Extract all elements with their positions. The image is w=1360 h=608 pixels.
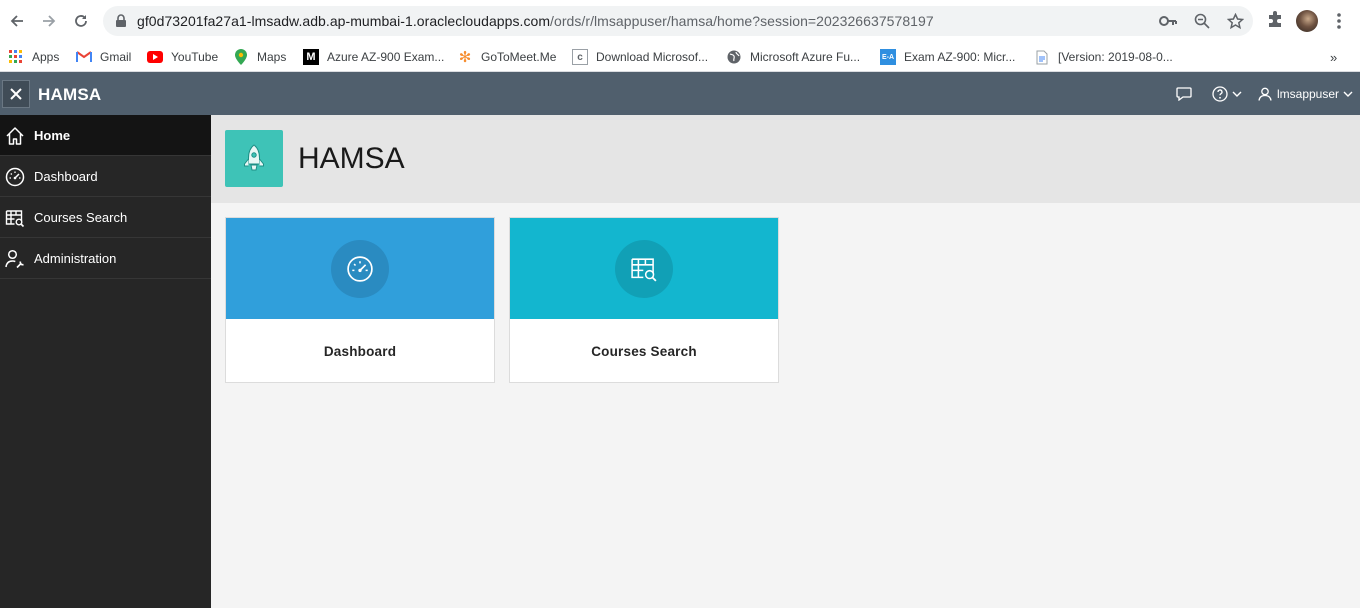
sidebar-item-home[interactable]: Home (0, 115, 211, 156)
back-arrow-icon (10, 15, 23, 27)
chevron-down-icon (1343, 91, 1353, 97)
bookmark-label: Microsoft Azure Fu... (750, 50, 861, 64)
user-icon (1258, 87, 1272, 101)
bookmarks-overflow-button[interactable]: » (1330, 50, 1337, 65)
navigation-toggle-button[interactable] (2, 80, 30, 108)
bookmark-label: GoToMeet.Me (481, 50, 557, 64)
hero-region: HAMSA (211, 115, 1360, 203)
card-title: Dashboard (323, 344, 397, 359)
chevron-down-icon (1232, 91, 1242, 97)
card-dashboard[interactable]: Dashboard (225, 217, 495, 383)
bookmark-version[interactable]: [Version: 2019-08-0... (1034, 46, 1173, 68)
bookmark-exam-az900[interactable]: E-A Exam AZ-900: Micr... (880, 46, 1015, 68)
card-courses-search[interactable]: Courses Search (509, 217, 779, 383)
document-icon (1034, 49, 1050, 65)
apps-grid-icon (8, 49, 24, 65)
sidebar-item-label: Home (34, 127, 71, 143)
bookmark-gmail[interactable]: Gmail (76, 46, 131, 68)
page-title: HAMSA (298, 142, 405, 175)
bookmarks-bar: Apps Gmail YouTube Maps M Azure AZ-900 Ex… (0, 42, 1360, 72)
sidebar: Home Dashboard Courses Search Administra… (0, 115, 211, 608)
sidebar-item-label: Dashboard (34, 168, 98, 184)
bookmark-youtube[interactable]: YouTube (147, 46, 218, 68)
medium-icon: M (303, 49, 319, 65)
rocket-icon (244, 143, 264, 170)
extensions-puzzle-icon[interactable] (1266, 10, 1284, 28)
sidebar-item-courses-search[interactable]: Courses Search (0, 197, 211, 238)
bookmark-label: [Version: 2019-08-0... (1058, 50, 1173, 64)
profile-avatar[interactable] (1296, 10, 1318, 32)
reload-button[interactable] (69, 9, 93, 33)
card-icon-circle (615, 239, 673, 298)
lock-icon (116, 14, 126, 27)
forward-button[interactable] (37, 9, 61, 33)
forward-arrow-icon (43, 15, 56, 27)
gotomeet-icon: ✻ (458, 49, 472, 66)
sidebar-item-label: Courses Search (34, 209, 128, 225)
user-menu-button[interactable]: lmsappuser (1258, 84, 1353, 104)
bookmark-gotomeet[interactable]: ✻ GoToMeet.Me (457, 46, 557, 68)
table-search-icon (5, 210, 25, 228)
exam-icon: E-A (880, 49, 896, 65)
bookmark-label: Azure AZ-900 Exam... (327, 50, 445, 64)
bookmark-maps[interactable]: Maps (233, 46, 286, 68)
app-title[interactable]: HAMSA (38, 85, 101, 105)
card-title: Courses Search (591, 344, 697, 359)
url-host: gf0d73201fa27a1-lmsadw.adb.ap-mumbai-1.o… (137, 13, 551, 29)
sidebar-item-label: Administration (34, 250, 117, 266)
bookmark-download-microsoft[interactable]: c Download Microsof... (572, 46, 708, 68)
globe-icon (726, 49, 742, 65)
maps-icon (233, 49, 249, 65)
app-header: HAMSA lmsappuser (0, 72, 1360, 115)
bookmark-label: Maps (257, 50, 287, 64)
dashboard-icon (5, 167, 25, 187)
back-button[interactable] (5, 9, 29, 33)
user-name: lmsappuser (1277, 87, 1340, 101)
sidebar-item-dashboard[interactable]: Dashboard (0, 156, 211, 197)
bookmark-label: Exam AZ-900: Micr... (904, 50, 1016, 64)
card-icon-circle (331, 239, 389, 298)
zoom-icon[interactable] (1193, 12, 1211, 30)
bookmark-star-icon[interactable] (1226, 12, 1244, 30)
browser-toolbar: gf0d73201fa27a1-lmsadw.adb.ap-mumbai-1.o… (0, 0, 1360, 42)
feedback-button[interactable] (1176, 84, 1192, 104)
bookmark-label: Download Microsof... (596, 50, 709, 64)
sidebar-item-administration[interactable]: Administration (0, 238, 211, 279)
url-path: /ords/r/lmsappuser/hamsa/home?session=20… (550, 13, 934, 29)
reload-icon (75, 15, 87, 27)
bookmark-azure-fundamentals[interactable]: Microsoft Azure Fu... (726, 46, 860, 68)
dashboard-icon (347, 255, 373, 282)
close-icon (10, 88, 22, 100)
address-bar[interactable]: gf0d73201fa27a1-lmsadw.adb.ap-mumbai-1.o… (103, 6, 1253, 36)
bookmark-label: YouTube (171, 50, 219, 64)
url-text: gf0d73201fa27a1-lmsadw.adb.ap-mumbai-1.o… (137, 13, 934, 29)
card-header (226, 218, 494, 319)
c-icon: c (572, 49, 588, 65)
home-icon (6, 127, 24, 145)
bookmark-azure-exam[interactable]: M Azure AZ-900 Exam... (303, 46, 444, 68)
user-wrench-icon (5, 249, 24, 269)
bookmark-label: Apps (32, 50, 60, 64)
youtube-icon (147, 49, 163, 65)
table-search-icon (631, 257, 657, 282)
bookmark-label: Gmail (100, 50, 132, 64)
hero-icon-box (225, 130, 283, 187)
help-menu-button[interactable] (1212, 84, 1242, 104)
gmail-icon (76, 49, 92, 65)
key-icon[interactable] (1159, 12, 1177, 30)
help-icon (1212, 86, 1228, 102)
browser-menu-icon[interactable] (1333, 12, 1345, 30)
bookmark-apps[interactable]: Apps (8, 46, 59, 68)
feedback-chat-icon (1176, 87, 1192, 101)
card-header (510, 218, 778, 319)
